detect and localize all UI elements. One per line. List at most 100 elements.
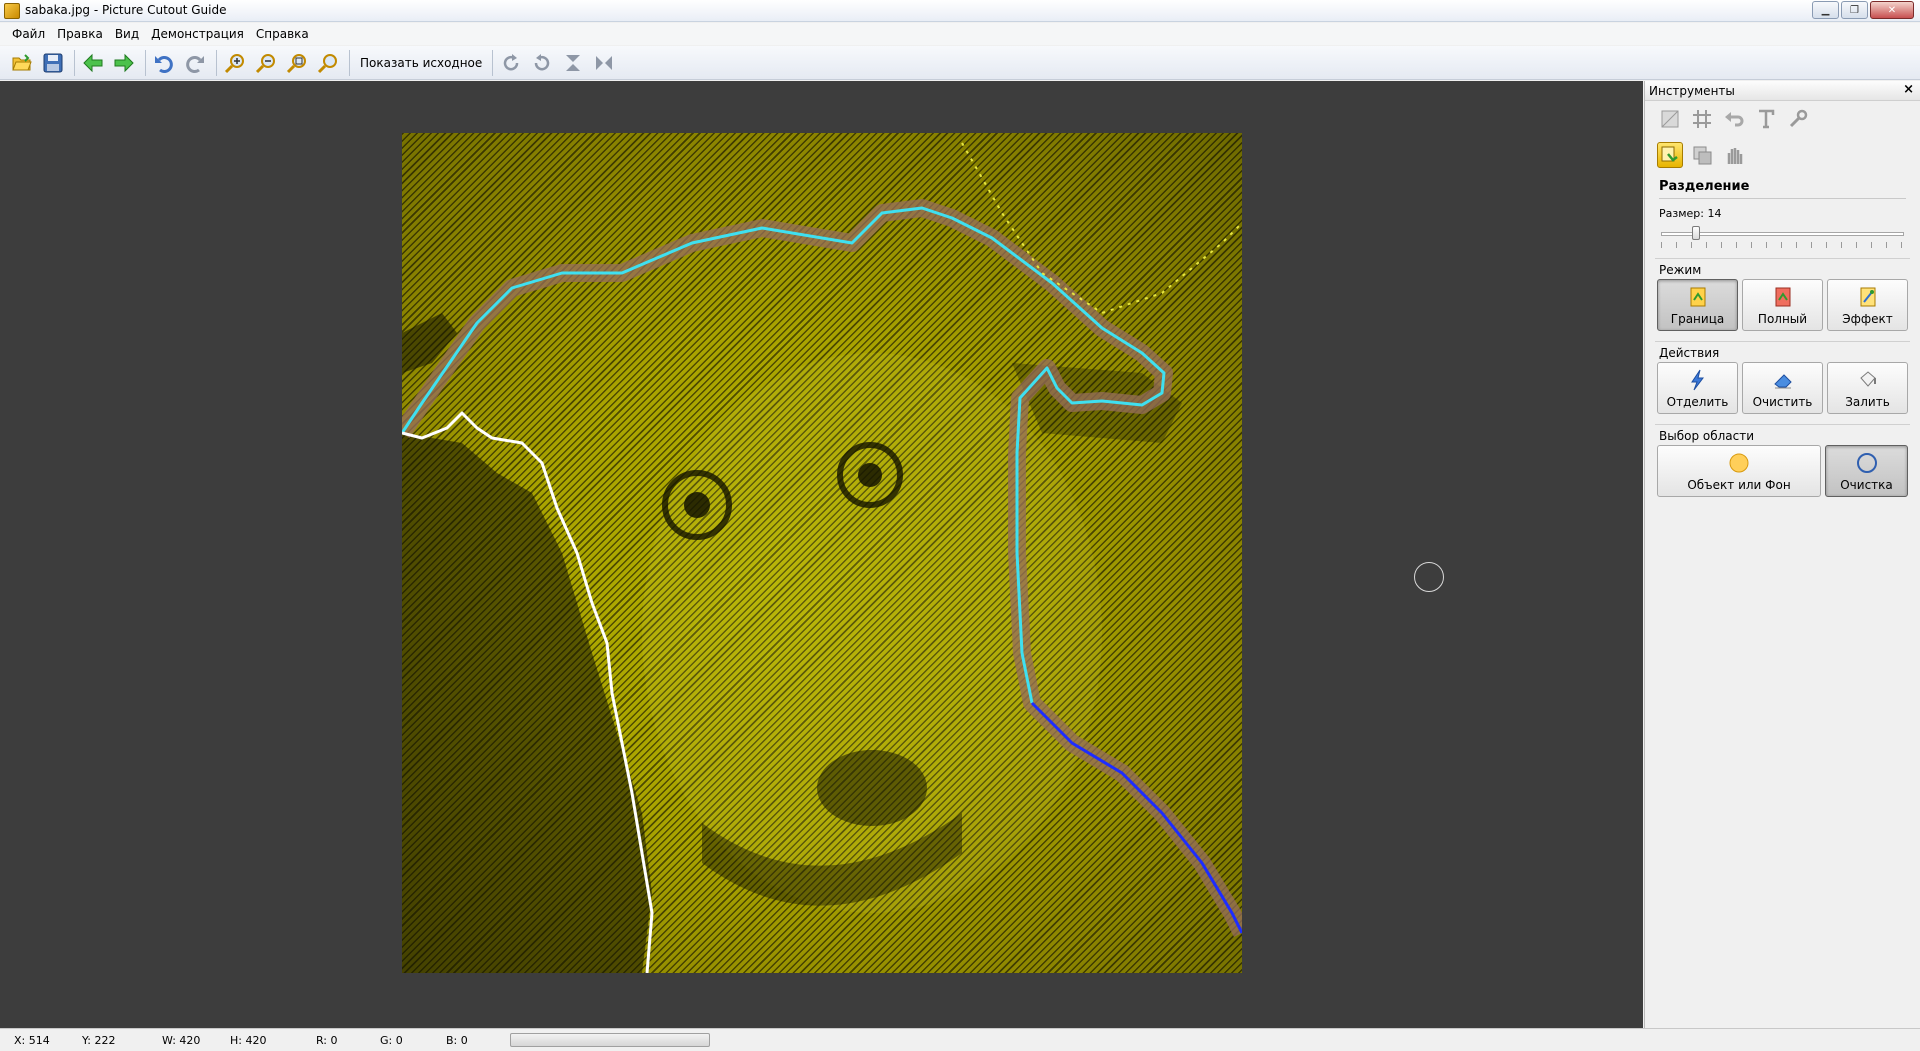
full-mode-icon	[1775, 287, 1790, 306]
menu-demo[interactable]: Демонстрация	[145, 27, 250, 41]
close-window-button[interactable]: ✕	[1870, 1, 1914, 19]
menu-view[interactable]: Вид	[109, 27, 145, 41]
mode-group: Режим Граница Полный Эффект	[1655, 258, 1910, 331]
zoom-actual-size-icon	[317, 53, 337, 73]
tool-icons-row-1	[1645, 101, 1920, 137]
size-label: Размер: 14	[1659, 207, 1722, 220]
forward-button[interactable]	[110, 49, 138, 77]
zoom-fit-icon	[286, 53, 306, 73]
rotate-right-button[interactable]	[497, 49, 525, 77]
window-title: sabaka.jpg - Picture Cutout Guide	[25, 3, 227, 17]
separate-button[interactable]: Отделить	[1657, 362, 1738, 414]
status-r: R: 0	[316, 1033, 338, 1047]
flip-horizontal-button[interactable]	[590, 49, 618, 77]
flip-vertical-button[interactable]	[559, 49, 587, 77]
undo-icon	[155, 55, 173, 73]
dog-photo[interactable]	[402, 133, 1242, 973]
undo-button[interactable]	[150, 49, 178, 77]
cutout-overlay	[402, 142, 1242, 973]
brush-cursor	[1414, 562, 1444, 592]
status-w: W: 420	[162, 1033, 201, 1047]
status-h: H: 420	[230, 1033, 267, 1047]
lightning-icon	[1690, 369, 1704, 390]
rotate-right-icon	[504, 53, 519, 70]
actions-label: Действия	[1659, 346, 1720, 360]
background-tool[interactable]	[1689, 142, 1715, 168]
mode-full-button[interactable]: Полный	[1742, 279, 1823, 331]
zoom-out-icon	[255, 53, 275, 73]
toolbar-separator	[492, 49, 494, 76]
toolbar-separator	[74, 49, 75, 76]
status-x: X: 514	[14, 1033, 50, 1047]
toolbar-separator	[349, 49, 350, 76]
status-g: G: 0	[380, 1033, 403, 1047]
tools-panel-header: Инструменты ×	[1645, 81, 1920, 101]
zoom-actual-button[interactable]	[314, 49, 342, 77]
menu-file[interactable]: Файл	[6, 27, 51, 41]
mode-border-label: Граница	[1670, 311, 1725, 326]
eraser-icon	[1773, 373, 1792, 388]
clear-label: Очистить	[1752, 394, 1813, 409]
title-bar: sabaka.jpg - Picture Cutout Guide ▁ ❐ ✕	[0, 0, 1920, 22]
save-button[interactable]	[39, 49, 67, 77]
slider-ticks	[1661, 242, 1904, 248]
mode-label: Режим	[1659, 263, 1702, 277]
menu-edit[interactable]: Правка	[51, 27, 109, 41]
menu-help[interactable]: Справка	[250, 27, 315, 41]
section-title: Разделение	[1659, 179, 1750, 194]
selection-group: Выбор области Объект или Фон Очистка	[1655, 424, 1910, 497]
undo-arrow-icon	[1725, 112, 1744, 127]
separation-icon	[1661, 146, 1678, 162]
text-icon	[1759, 109, 1775, 129]
grid-tool[interactable]	[1689, 106, 1715, 132]
arrow-left-icon	[83, 53, 103, 72]
open-button[interactable]	[8, 49, 36, 77]
hand-tool[interactable]	[1721, 142, 1747, 168]
zoom-in-button[interactable]	[221, 49, 249, 77]
toolbar: Показать исходное	[0, 46, 1920, 80]
horizontal-scrollbar[interactable]	[510, 1033, 710, 1047]
close-panel-button[interactable]: ×	[1903, 82, 1914, 97]
zoom-in-icon	[224, 53, 244, 73]
mode-border-button[interactable]: Граница	[1657, 279, 1738, 331]
cleanup-label: Очистка	[1840, 477, 1893, 492]
settings-tool[interactable]	[1785, 106, 1811, 132]
border-mode-icon	[1690, 287, 1705, 306]
flip-horizontal-icon	[596, 55, 613, 70]
rotate-left-icon	[535, 53, 550, 70]
toolbar-separator	[216, 49, 217, 76]
redo-icon	[186, 55, 204, 73]
back-button[interactable]	[79, 49, 107, 77]
undo-tool[interactable]	[1721, 106, 1747, 132]
mode-effect-button[interactable]: Эффект	[1827, 279, 1908, 331]
object-or-background-button[interactable]: Объект или Фон	[1657, 445, 1821, 497]
slider-thumb[interactable]	[1692, 226, 1700, 240]
zoom-fit-button[interactable]	[283, 49, 311, 77]
mode-full-label: Полный	[1757, 311, 1808, 326]
restore-button[interactable]: ❐	[1841, 1, 1868, 19]
empty-circle-icon	[1856, 452, 1877, 473]
text-tool[interactable]	[1753, 106, 1779, 132]
size-slider[interactable]	[1661, 226, 1904, 242]
selection-label: Выбор области	[1659, 429, 1755, 443]
tool-icons-row-2	[1645, 137, 1920, 173]
show-original-button[interactable]: Показать исходное	[354, 50, 488, 76]
separate-label: Отделить	[1666, 394, 1729, 409]
crop-tool[interactable]	[1657, 106, 1683, 132]
fill-label: Залить	[1845, 394, 1890, 409]
bucket-icon	[1859, 370, 1876, 387]
image-canvas[interactable]	[0, 81, 1643, 1028]
mode-effect-label: Эффект	[1842, 311, 1893, 326]
rotate-left-button[interactable]	[528, 49, 556, 77]
zoom-out-button[interactable]	[252, 49, 280, 77]
folder-open-icon	[12, 53, 32, 70]
cleanup-button[interactable]: Очистка	[1825, 445, 1908, 497]
separation-tool[interactable]	[1657, 142, 1683, 168]
redo-button[interactable]	[181, 49, 209, 77]
clear-button[interactable]: Очистить	[1742, 362, 1823, 414]
minimize-button[interactable]: ▁	[1812, 1, 1839, 19]
status-y: Y: 222	[82, 1033, 116, 1047]
status-b: B: 0	[446, 1033, 468, 1047]
fill-button[interactable]: Залить	[1827, 362, 1908, 414]
actions-group: Действия Отделить Очистить Залить	[1655, 341, 1910, 414]
